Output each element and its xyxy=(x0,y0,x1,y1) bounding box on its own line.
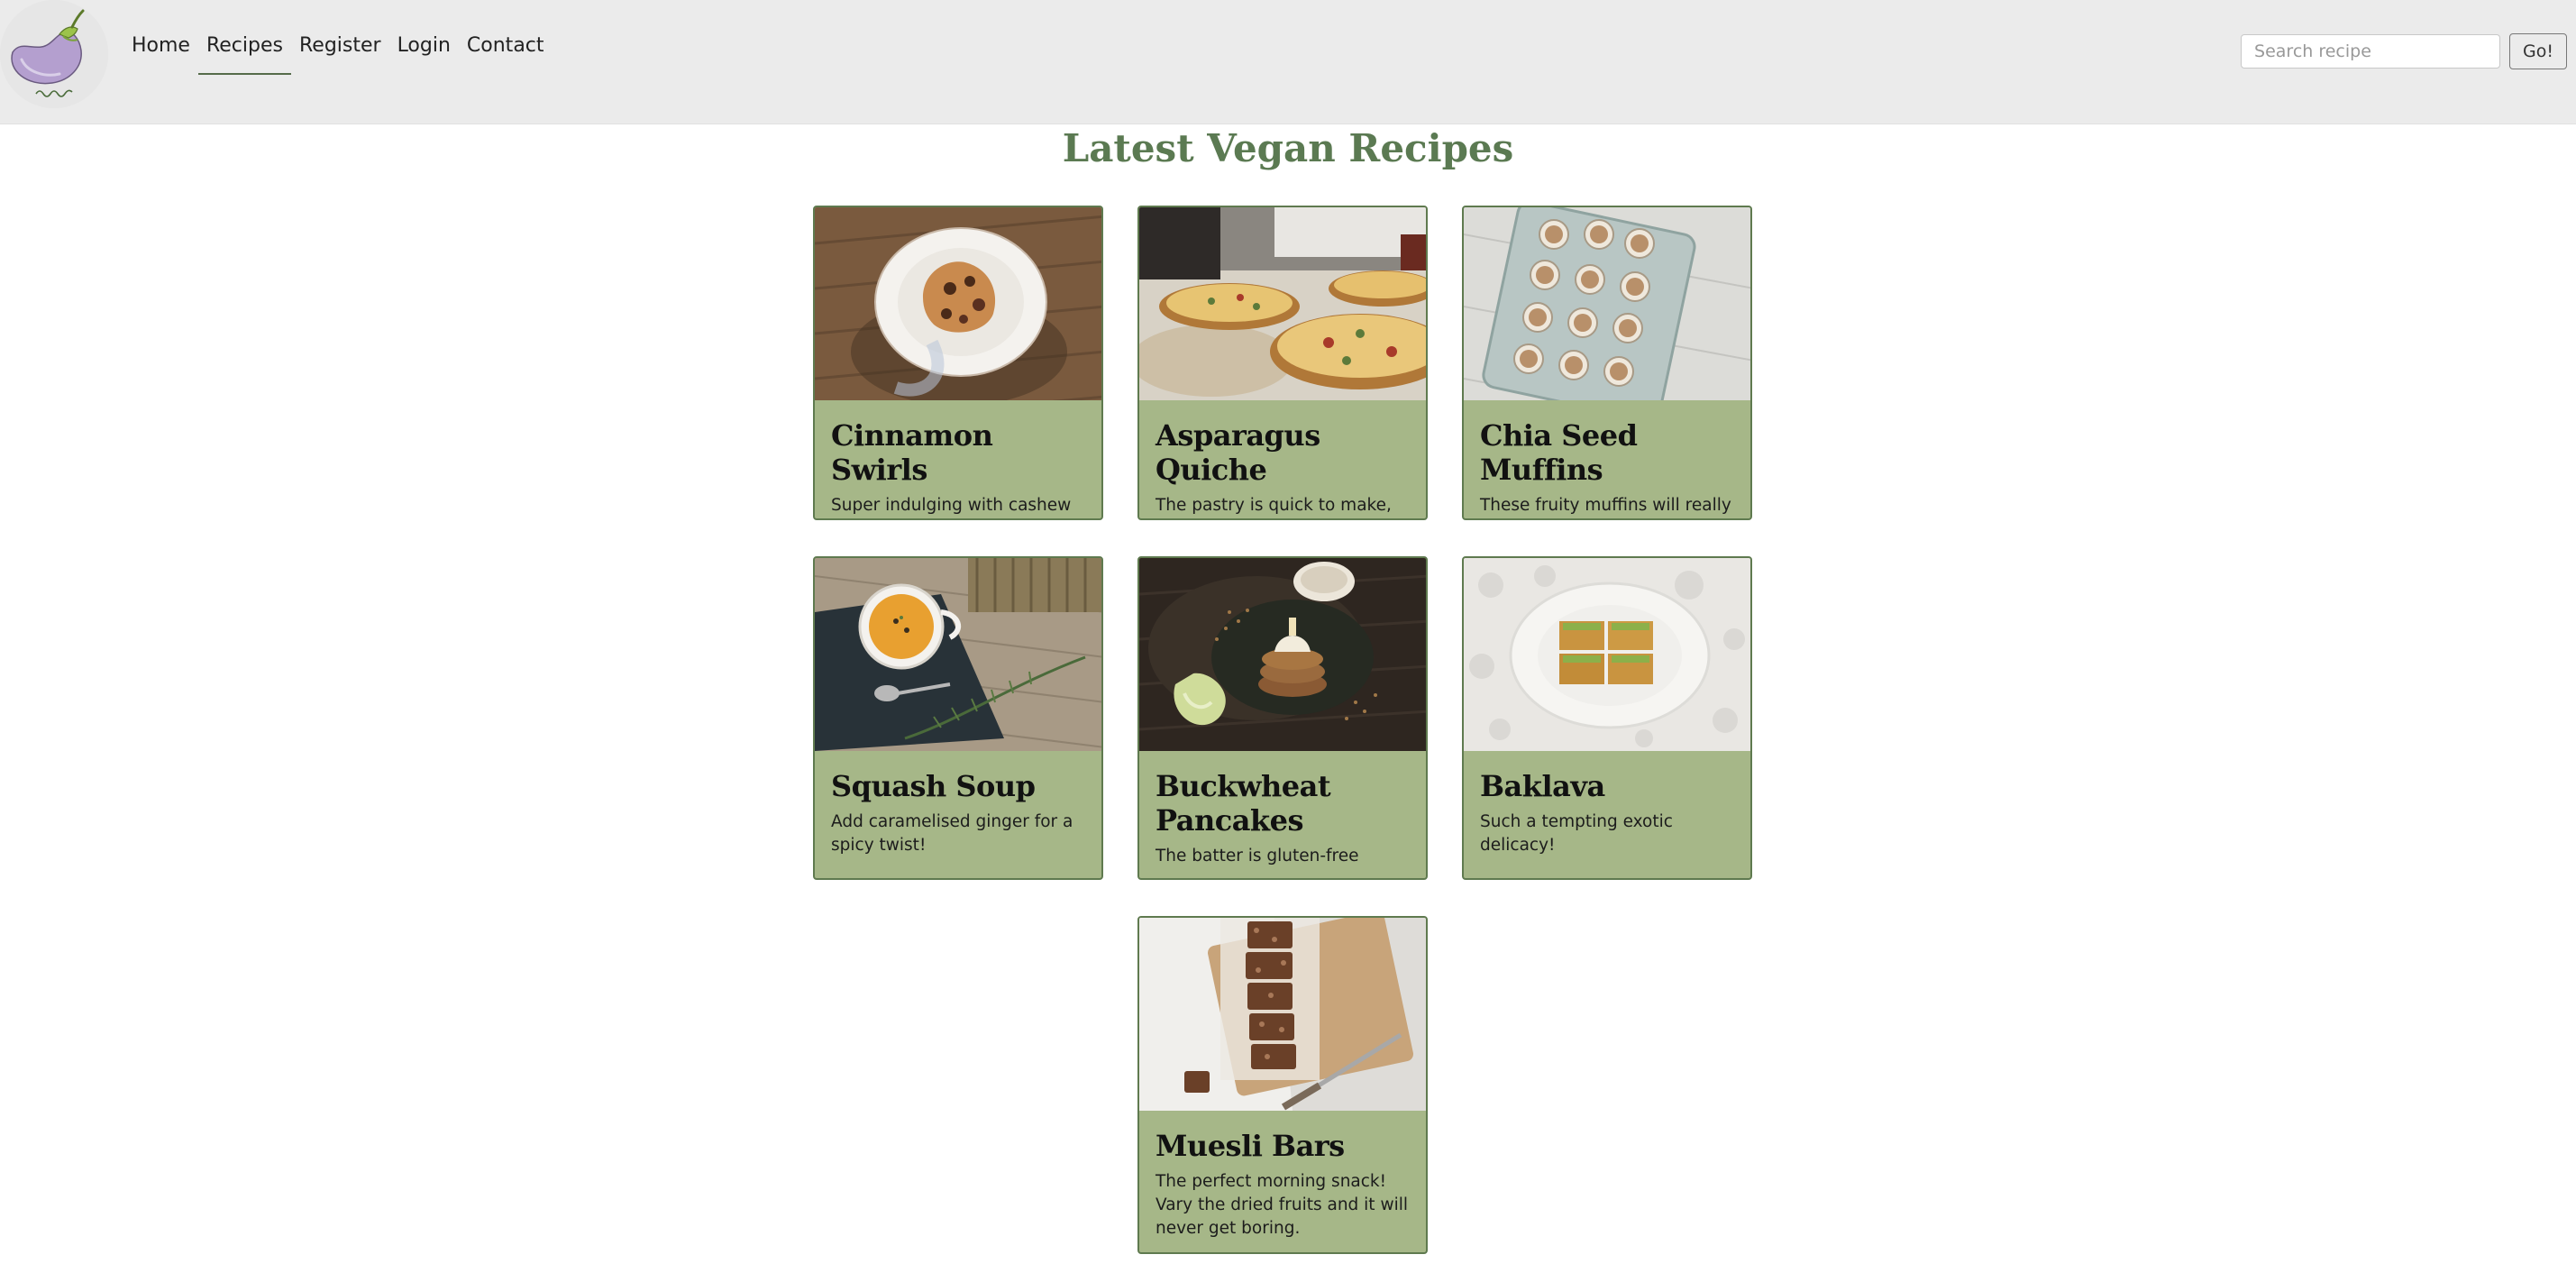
pancakes-photo xyxy=(1139,558,1426,751)
recipe-card-buckwheat-pancakes[interactable]: Buckwheat Pancakes The batter is gluten-… xyxy=(1137,556,1428,880)
navbar: Home Recipes Register Login Contact Go! xyxy=(0,0,2576,124)
recipe-title: Cinnamon Swirls xyxy=(831,418,993,487)
card-body: Squash Soup Add caramelised ginger for a… xyxy=(815,751,1101,870)
card-body: Cinnamon Swirls Super indulging with cas… xyxy=(815,400,1101,518)
recipe-description: Such a tempting exotic delicacy! xyxy=(1480,812,1673,855)
nav-register[interactable]: Register xyxy=(291,27,389,64)
eggplant-logo[interactable] xyxy=(0,0,108,108)
baklava-photo xyxy=(1464,558,1750,751)
cinnamon-swirl-photo xyxy=(815,207,1101,400)
muesli-bars-photo xyxy=(1139,918,1426,1111)
recipe-description: The batter is gluten-free xyxy=(1156,847,1359,865)
recipe-title: Chia Seed Muffins xyxy=(1480,418,1638,487)
recipe-description: Super indulging with cashew maple icing xyxy=(831,496,1072,515)
nav-login[interactable]: Login xyxy=(389,27,459,64)
recipe-description: The pastry is quick to make, just add th… xyxy=(1156,496,1392,515)
recipe-card-asparagus-quiche[interactable]: Asparagus Quiche The pastry is quick to … xyxy=(1137,206,1428,520)
recipe-title: Muesli Bars xyxy=(1156,1129,1345,1163)
card-body: Muesli Bars The perfect morning snack! V… xyxy=(1139,1111,1426,1252)
recipe-title: Buckwheat Pancakes xyxy=(1156,769,1331,838)
recipe-card-muesli-bars[interactable]: Muesli Bars The perfect morning snack! V… xyxy=(1137,916,1428,1254)
recipe-card-chia-seed-muffins[interactable]: Chia Seed Muffins These fruity muffins w… xyxy=(1462,206,1752,520)
quiche-photo xyxy=(1139,207,1426,400)
recipe-card-cinnamon-swirls[interactable]: Cinnamon Swirls Super indulging with cas… xyxy=(813,206,1103,520)
search-go-button[interactable]: Go! xyxy=(2509,33,2567,69)
card-body: Chia Seed Muffins These fruity muffins w… xyxy=(1464,400,1750,518)
nav-recipes[interactable]: Recipes xyxy=(197,27,292,75)
recipe-card-baklava[interactable]: Baklava Such a tempting exotic delicacy! xyxy=(1462,556,1752,880)
recipe-title: Squash Soup xyxy=(831,769,1036,803)
nav-home[interactable]: Home xyxy=(123,27,198,64)
recipe-description: These fruity muffins will really sweeten… xyxy=(1480,496,1731,515)
soup-photo xyxy=(815,558,1101,751)
card-body: Asparagus Quiche The pastry is quick to … xyxy=(1139,400,1426,518)
page-title: Latest Vegan Recipes xyxy=(1062,126,1514,170)
main-nav: Home Recipes Register Login Contact xyxy=(123,27,553,75)
recipe-description: The perfect morning snack! Vary the drie… xyxy=(1156,1172,1408,1238)
recipe-title: Asparagus Quiche xyxy=(1156,418,1320,487)
recipe-title: Baklava xyxy=(1480,769,1605,803)
search-form: Go! xyxy=(2241,33,2567,69)
recipe-card-squash-soup[interactable]: Squash Soup Add caramelised ginger for a… xyxy=(813,556,1103,880)
card-body: Buckwheat Pancakes The batter is gluten-… xyxy=(1139,751,1426,878)
search-input[interactable] xyxy=(2241,34,2501,69)
muffins-photo xyxy=(1464,207,1750,400)
card-body: Baklava Such a tempting exotic delicacy! xyxy=(1464,751,1750,870)
nav-contact[interactable]: Contact xyxy=(459,27,553,64)
recipe-description: Add caramelised ginger for a spicy twist… xyxy=(831,812,1073,855)
